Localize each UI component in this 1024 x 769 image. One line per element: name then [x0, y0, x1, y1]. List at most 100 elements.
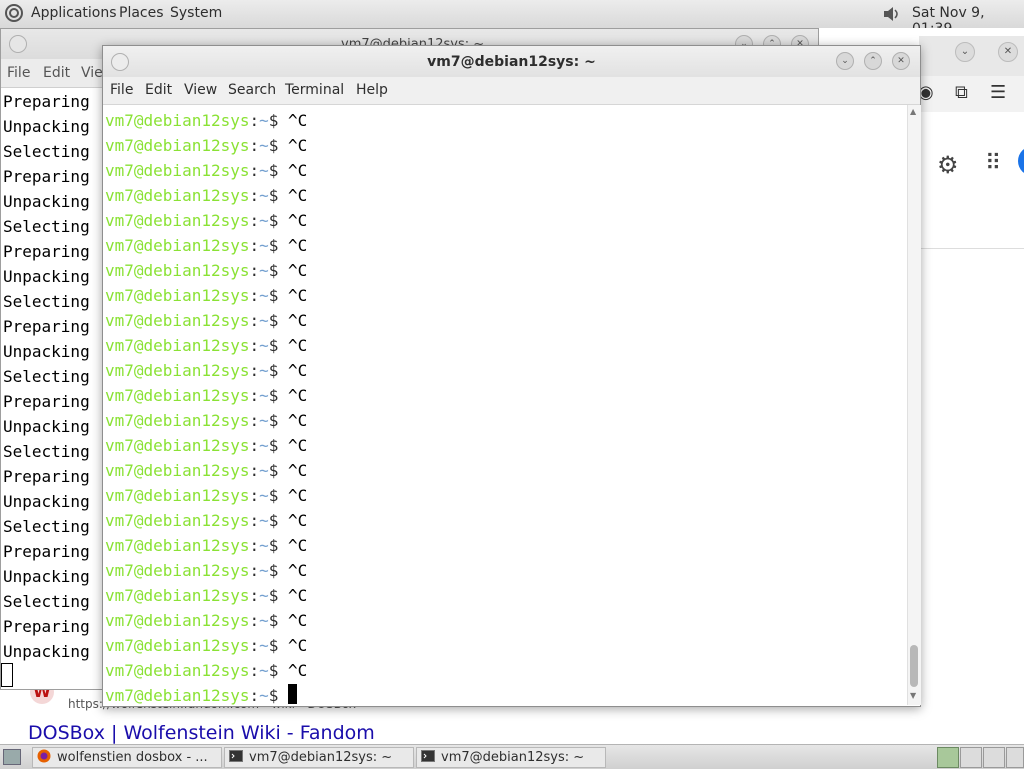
result-title-link[interactable]: DOSBox | Wolfenstein Wiki - Fandom — [28, 722, 375, 744]
terminal-line: Preparing — [3, 392, 90, 411]
prompt-separator: : — [249, 111, 260, 130]
interrupt-text: ^C — [288, 586, 308, 605]
scrollbar-thumb[interactable] — [910, 645, 918, 687]
menu-edit[interactable]: Edit — [145, 82, 172, 98]
prompt-user: vm7@debian12sys — [105, 311, 250, 330]
prompt-user: vm7@debian12sys — [105, 111, 250, 130]
menu-help[interactable]: Help — [356, 82, 388, 98]
prompt-symbol: $ — [268, 386, 289, 405]
interrupt-text: ^C — [288, 486, 308, 505]
apps-grid-icon[interactable]: ⠿ — [985, 151, 1001, 176]
terminal-line: Preparing — [3, 92, 90, 111]
firefox-icon — [37, 749, 51, 763]
terminal-output-area[interactable]: vm7@debian12sys:~$ ^C vm7@debian12sys:~$ … — [103, 105, 907, 705]
interrupt-text: ^C — [288, 461, 308, 480]
prompt-path: ~ — [259, 436, 269, 455]
prompt-separator: : — [249, 236, 260, 255]
menu-view[interactable]: View — [184, 82, 217, 98]
prompt-symbol: $ — [268, 286, 289, 305]
menu-search[interactable]: Search — [228, 82, 276, 98]
system-menu[interactable]: System — [170, 5, 222, 21]
prompt-path: ~ — [259, 661, 269, 680]
prompt-symbol: $ — [268, 161, 289, 180]
show-desktop-icon[interactable] — [3, 749, 21, 765]
prompt-line: vm7@debian12sys:~$ ^C — [105, 258, 307, 283]
prompt-line: vm7@debian12sys:~$ ^C — [105, 558, 307, 583]
prompt-symbol: $ — [268, 261, 289, 280]
taskbar-item-browser[interactable]: wolfenstien dosbox - ... — [32, 747, 222, 768]
prompt-path: ~ — [259, 286, 269, 305]
prompt-line: vm7@debian12sys:~$ ^C — [105, 658, 307, 683]
interrupt-text: ^C — [288, 561, 308, 580]
taskbar-item-label: vm7@debian12sys: ~ — [441, 750, 585, 765]
workspace-2[interactable] — [960, 747, 982, 768]
prompt-separator: : — [249, 311, 260, 330]
terminal-line: Selecting — [3, 292, 90, 311]
close-icon[interactable]: ✕ — [892, 52, 910, 70]
prompt-symbol: $ — [268, 461, 289, 480]
menu-file[interactable]: File — [110, 82, 133, 98]
terminal-line: Selecting — [3, 442, 90, 461]
interrupt-text: ^C — [288, 336, 308, 355]
prompt-symbol: $ — [268, 436, 289, 455]
terminal-line: Selecting — [3, 517, 90, 536]
menu-edit[interactable]: Edit — [43, 65, 70, 81]
prompt-user: vm7@debian12sys — [105, 211, 250, 230]
prompt-path: ~ — [259, 486, 269, 505]
terminal-line: Unpacking — [3, 567, 90, 586]
window-menu-icon[interactable] — [9, 35, 27, 53]
prompt-path: ~ — [259, 261, 269, 280]
terminal-line: Preparing — [3, 167, 90, 186]
hamburger-menu-icon[interactable]: ☰ — [990, 82, 1006, 103]
workspace-4[interactable] — [1006, 747, 1024, 768]
places-menu[interactable]: Places — [119, 5, 164, 21]
terminal-title: vm7@debian12sys: ~ — [427, 54, 596, 70]
minimize-icon[interactable]: ⌄ — [836, 52, 854, 70]
prompt-path: ~ — [259, 136, 269, 155]
prompt-path: ~ — [259, 161, 269, 180]
prompt-line: vm7@debian12sys:~$ ^C — [105, 533, 307, 558]
minimize-icon[interactable]: ⌄ — [955, 42, 975, 62]
browser-toolbar — [919, 76, 1024, 113]
prompt-user: vm7@debian12sys — [105, 136, 250, 155]
terminal-titlebar[interactable]: vm7@debian12sys: ~ ⌄ ⌃ ✕ — [103, 46, 920, 77]
applications-menu[interactable]: Applications — [31, 5, 117, 21]
interrupt-text: ^C — [288, 436, 308, 455]
prompt-line: vm7@debian12sys:~$ ^C — [105, 483, 307, 508]
scroll-down-icon[interactable]: ▼ — [910, 691, 916, 700]
prompt-separator: : — [249, 161, 260, 180]
scroll-up-icon[interactable]: ▲ — [910, 107, 916, 116]
taskbar-item-terminal[interactable]: vm7@debian12sys: ~ — [224, 747, 414, 768]
prompt-separator: : — [249, 611, 260, 630]
gear-icon[interactable]: ⚙ — [937, 151, 959, 179]
prompt-separator: : — [249, 586, 260, 605]
prompt-line: vm7@debian12sys:~$ ^C — [105, 508, 307, 533]
workspace-3[interactable] — [983, 747, 1005, 768]
taskbar-item-label: vm7@debian12sys: ~ — [249, 750, 393, 765]
debian-swirl-icon[interactable] — [5, 4, 23, 22]
prompt-user: vm7@debian12sys — [105, 486, 250, 505]
workspace-1[interactable] — [937, 747, 959, 768]
prompt-user: vm7@debian12sys — [105, 436, 250, 455]
close-icon[interactable]: ✕ — [998, 42, 1018, 62]
terminal-line: Preparing — [3, 467, 90, 486]
taskbar-item-terminal-2[interactable]: vm7@debian12sys: ~ — [416, 747, 606, 768]
volume-icon[interactable] — [882, 5, 902, 23]
terminal-line: Unpacking — [3, 267, 90, 286]
menu-file[interactable]: File — [7, 65, 30, 81]
prompt-user: vm7@debian12sys — [105, 186, 250, 205]
bottom-taskbar: wolfenstien dosbox - ... vm7@debian12sys… — [0, 744, 1024, 769]
interrupt-text: ^C — [288, 611, 308, 630]
prompt-user: vm7@debian12sys — [105, 586, 250, 605]
prompt-symbol: $ — [268, 361, 289, 380]
extensions-icon[interactable]: ⧉ — [955, 82, 968, 103]
terminal-scrollbar[interactable]: ▲ ▼ — [907, 105, 921, 705]
terminal-window[interactable]: vm7@debian12sys: ~ ⌄ ⌃ ✕ File Edit View … — [102, 45, 921, 707]
menu-terminal[interactable]: Terminal — [285, 82, 344, 98]
prompt-symbol: $ — [268, 686, 289, 705]
prompt-path: ~ — [259, 111, 269, 130]
prompt-line: vm7@debian12sys:~$ ^C — [105, 233, 307, 258]
interrupt-text: ^C — [288, 511, 308, 530]
terminal-line: Unpacking — [3, 417, 90, 436]
maximize-icon[interactable]: ⌃ — [864, 52, 882, 70]
